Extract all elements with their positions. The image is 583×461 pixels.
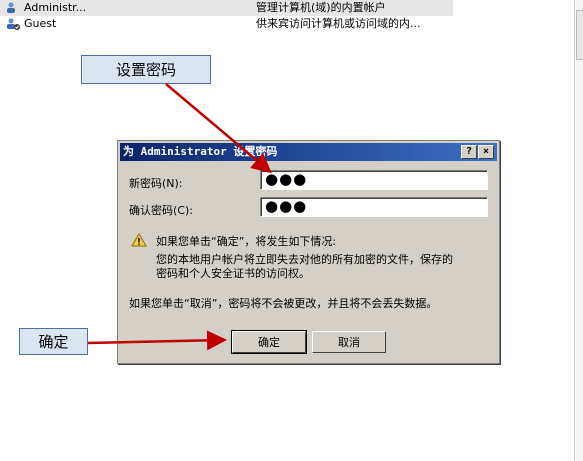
arrow-to-password-field xyxy=(165,83,272,174)
annotation-arrows xyxy=(87,83,272,351)
arrow-to-ok-button xyxy=(87,330,227,351)
